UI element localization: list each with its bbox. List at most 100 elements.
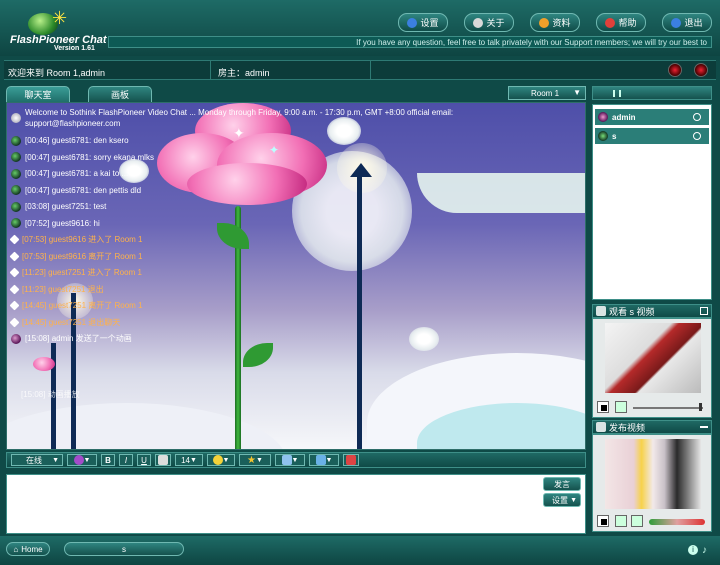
status-select[interactable]: 在线 ▼: [11, 454, 63, 466]
user-avatar-icon: [11, 333, 21, 344]
color-button[interactable]: [155, 454, 171, 466]
system-diamond-icon: [9, 300, 20, 311]
room-info-bar: 欢迎来到 Room 1,admin 房主：admin: [4, 60, 716, 80]
chat-message-text: [00:47] guest6781: a kai to ... ai: [25, 169, 137, 178]
topnav-button-1[interactable]: 关于: [464, 13, 514, 32]
chat-message-text: [15:08] admin 发送了一个动画: [25, 334, 132, 343]
topnav-label: 关于: [486, 18, 505, 28]
chevron-down-icon: ▼: [291, 456, 299, 464]
profile-icon: [539, 17, 550, 28]
chat-message-text: [11:23] guest7251 退出: [22, 284, 104, 294]
chat-area[interactable]: ✦ ✦ Welcome to Sothink FlashPioneer Vide…: [6, 102, 586, 450]
speaker-icon[interactable]: [615, 515, 627, 527]
chat-message-text: [03:08] guest7251: test: [25, 202, 107, 211]
camera-settings-icon[interactable]: [631, 515, 643, 527]
mic-level-meter: [649, 519, 705, 525]
sparkle-icon: ✦: [269, 143, 280, 157]
chevron-down-icon: ▼: [83, 456, 91, 464]
settings-icon: [407, 17, 418, 28]
font-size-select[interactable]: 14 ▼: [175, 454, 203, 466]
chevron-down-icon: ▼: [256, 456, 263, 464]
publish-video-title: 发布视频: [609, 422, 646, 433]
home-button[interactable]: ⌂ Home: [6, 542, 50, 556]
flower-petal: [187, 163, 307, 205]
topnav-label: 设置: [420, 18, 439, 28]
image-select[interactable]: ▼: [309, 454, 339, 466]
room-select[interactable]: Room 1 ▼: [508, 86, 586, 100]
action-select[interactable]: ▼: [275, 454, 305, 466]
system-icon: [11, 113, 21, 123]
camera-icon: [596, 422, 606, 432]
chat-message-text: [14:45] guest7251 离开了 Room 1: [22, 301, 143, 310]
system-diamond-icon: [9, 284, 20, 294]
send-settings-button[interactable]: 设置 ▼: [543, 493, 581, 507]
bold-button[interactable]: B: [101, 454, 115, 466]
chat-message: [15:08] admin 发送了一个动画: [11, 331, 132, 346]
welcome-text: 欢迎来到 Room 1,admin: [8, 68, 106, 78]
emoji-select[interactable]: ▼: [207, 454, 235, 466]
chat-message: [03:08] guest7251: test: [11, 199, 106, 214]
user-list-item[interactable]: admin: [595, 109, 709, 125]
stop-button[interactable]: [597, 401, 609, 413]
broadcast-icon[interactable]: [694, 63, 708, 77]
clear-icon: [346, 455, 356, 465]
topnav-label: 帮助: [618, 18, 637, 28]
chevron-down-icon: ▼: [325, 456, 333, 464]
local-video-feed: [605, 439, 701, 509]
user-avatar-icon: [11, 168, 21, 179]
minimize-icon[interactable]: [700, 426, 708, 428]
announcement-marquee: If you have any question, feel free to t…: [108, 36, 712, 48]
chat-message: [07:53] guest9616 进入了 Room 1: [9, 232, 143, 247]
chevron-down-icon: ▼: [189, 456, 197, 464]
chat-message: [07:52] guest9616: hi: [11, 216, 100, 231]
user-list-header: [592, 86, 712, 100]
webcam-icon[interactable]: [693, 113, 701, 121]
sound-icon[interactable]: ♪: [702, 545, 707, 556]
tab-whiteboard[interactable]: 画板: [88, 86, 152, 102]
user-name: admin: [612, 112, 636, 122]
underline-button[interactable]: U: [137, 454, 151, 466]
star-select[interactable]: ★ ▼: [239, 454, 271, 466]
tab-chatroom[interactable]: 聊天室: [6, 86, 70, 102]
topnav-button-2[interactable]: 资料: [530, 13, 580, 32]
topnav-label: 资料: [552, 18, 571, 28]
info-icon[interactable]: i: [688, 545, 698, 555]
user-avatar-icon: [598, 112, 608, 122]
format-toolbar: 在线 ▼ ▼ B I U 14 ▼ ▼ ★ ▼ ▼ ▼: [6, 452, 586, 468]
chat-message-text: [00:46] guest6781: den ksero: [25, 136, 129, 145]
volume-slider[interactable]: [633, 407, 703, 409]
tab-label: 聊天室: [24, 90, 52, 100]
emotion-select[interactable]: ▼: [67, 454, 97, 466]
topnav-button-3[interactable]: 帮助: [596, 13, 646, 32]
topnav-button-4[interactable]: 退出: [662, 13, 712, 32]
private-chat-tab[interactable]: s: [64, 542, 184, 556]
italic-button[interactable]: I: [119, 454, 133, 466]
volume-slider-handle[interactable]: [699, 403, 702, 411]
watch-video-box: [592, 318, 712, 418]
maximize-icon[interactable]: [700, 307, 708, 315]
chat-message: [00:47] guest6781: den pettis dld: [11, 183, 141, 198]
send-button[interactable]: 发言: [543, 477, 581, 491]
about-icon: [473, 17, 484, 28]
room-select-value: Room 1: [531, 88, 560, 98]
record-icon[interactable]: [668, 63, 682, 77]
exit-icon: [671, 17, 682, 28]
clear-screen-button[interactable]: [343, 454, 359, 466]
support-email-link[interactable]: support@flashpioneer.com: [25, 119, 120, 128]
smiley-icon: [212, 455, 223, 465]
topnav-label: 退出: [684, 18, 703, 28]
logo-sparkle-icon: ✳: [52, 8, 68, 28]
chat-message-text: [07:53] guest9616 离开了 Room 1: [22, 251, 143, 261]
lamp-pole: [357, 177, 362, 449]
user-list-item[interactable]: s: [595, 128, 709, 144]
webcam-icon[interactable]: [693, 132, 701, 140]
user-list[interactable]: admin s: [592, 104, 712, 300]
message-input[interactable]: 发言 设置 ▼: [6, 474, 586, 534]
chat-message: [11:23] guest7251 进入了 Room 1: [9, 265, 142, 280]
top-bar: ✳ FlashPioneer Chat Version 1.61 If you …: [0, 0, 720, 56]
chevron-down-icon: ▼: [222, 456, 230, 464]
speaker-icon[interactable]: [615, 401, 627, 413]
topnav-button-0[interactable]: 设置: [398, 13, 448, 32]
divider: [370, 61, 371, 79]
stop-button[interactable]: [597, 515, 609, 527]
